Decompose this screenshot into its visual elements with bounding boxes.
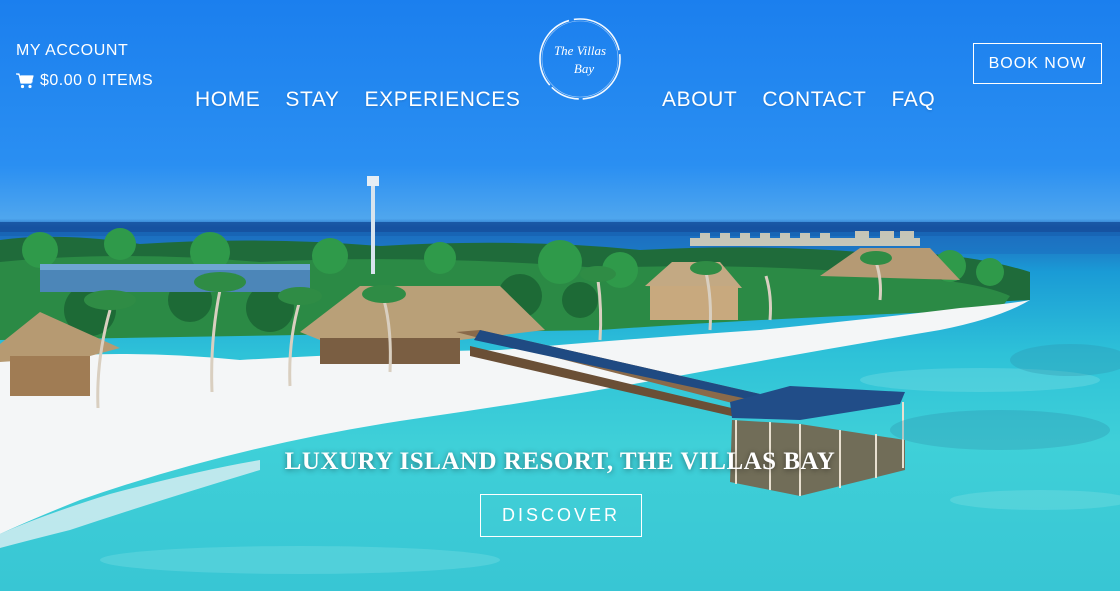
discover-button[interactable]: DISCOVER: [480, 494, 642, 537]
cart-link[interactable]: $0.00 0 ITEMS: [16, 72, 153, 90]
logo-text-bottom: Bay: [574, 61, 594, 76]
nav-contact[interactable]: CONTACT: [762, 88, 866, 112]
my-account-link[interactable]: MY ACCOUNT: [16, 42, 153, 60]
account-area: MY ACCOUNT $0.00 0 ITEMS: [16, 42, 153, 90]
book-now-button[interactable]: BOOK NOW: [973, 43, 1102, 84]
nav-experiences[interactable]: EXPERIENCES: [365, 88, 521, 112]
site-logo[interactable]: The Villas Bay: [536, 15, 624, 103]
villas-bay-logo-mark: The Villas Bay: [539, 18, 621, 100]
nav-about[interactable]: ABOUT: [662, 88, 737, 112]
primary-nav-left: HOME STAY EXPERIENCES: [195, 88, 521, 112]
cart-summary: $0.00 0 ITEMS: [40, 72, 154, 89]
nav-stay[interactable]: STAY: [285, 88, 339, 112]
nav-home[interactable]: HOME: [195, 88, 260, 112]
logo-text-top: The Villas: [554, 43, 606, 58]
shopping-cart-icon: [16, 73, 34, 89]
hero-section: MY ACCOUNT $0.00 0 ITEMS HOME STAY EXPER…: [0, 0, 1120, 591]
primary-nav-right: ABOUT CONTACT FAQ: [662, 88, 935, 112]
nav-faq[interactable]: FAQ: [891, 88, 935, 112]
hero-headline: LUXURY ISLAND RESORT, THE VILLAS BAY: [284, 448, 836, 475]
